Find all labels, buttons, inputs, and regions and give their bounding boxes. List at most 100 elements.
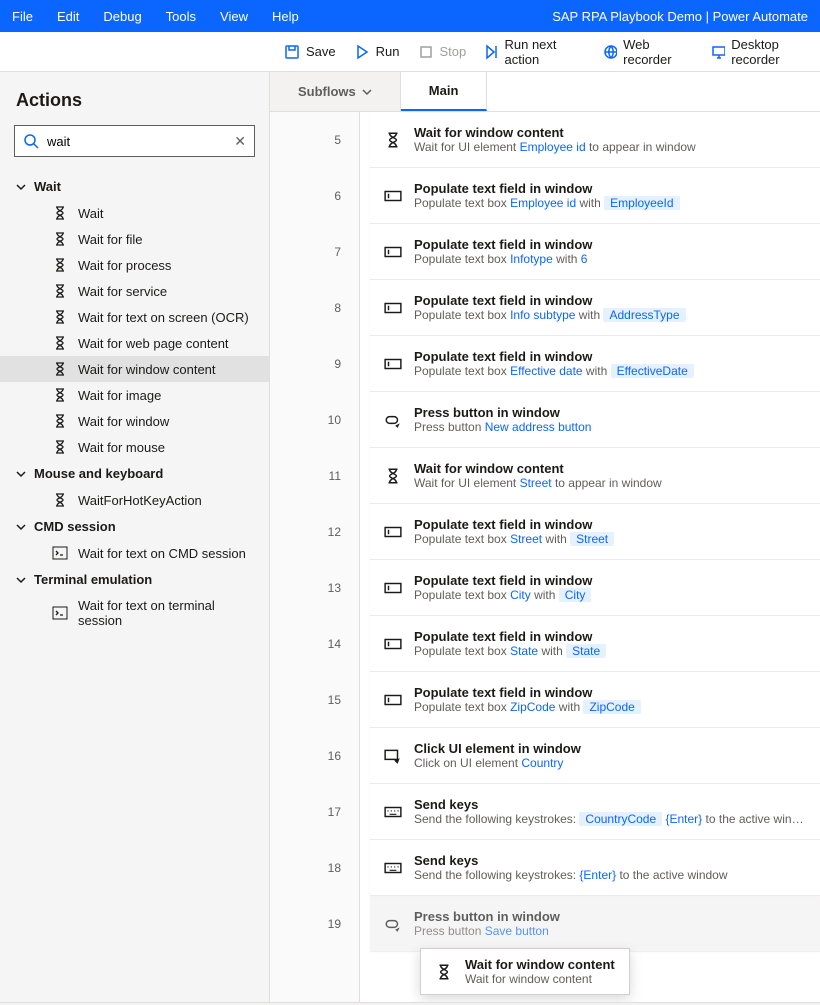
line-number: 11: [270, 448, 359, 504]
flow-step[interactable]: Populate text field in windowPopulate te…: [370, 616, 820, 672]
action-item[interactable]: Wait for window content: [0, 356, 269, 382]
flow-step[interactable]: Send keysSend the following keystrokes: …: [370, 784, 820, 840]
action-item[interactable]: Wait for file: [0, 226, 269, 252]
flow-step[interactable]: Populate text field in windowPopulate te…: [370, 224, 820, 280]
search-input[interactable]: [47, 134, 234, 149]
flow-step[interactable]: Wait for window contentWait for UI eleme…: [370, 448, 820, 504]
category-terminal-emulation[interactable]: Terminal emulation: [0, 566, 269, 593]
hourglass-icon: [52, 492, 68, 508]
action-item[interactable]: Wait for mouse: [0, 434, 269, 460]
flow-step[interactable]: Click UI element in windowClick on UI el…: [370, 728, 820, 784]
hourglass-icon: [52, 335, 68, 351]
line-number: 12: [270, 504, 359, 560]
flow-step[interactable]: Populate text field in windowPopulate te…: [370, 560, 820, 616]
action-item[interactable]: Wait for window: [0, 408, 269, 434]
step-title: Populate text field in window: [414, 293, 806, 308]
step-description: Populate text box Employee id with Emplo…: [414, 196, 806, 210]
cmd-icon: [52, 545, 68, 561]
stop-button: Stop: [418, 44, 467, 60]
hourglass-icon: [384, 131, 402, 149]
subflows-tab[interactable]: Subflows: [270, 72, 401, 111]
step-title: Wait for window content: [414, 125, 806, 140]
step-description: Populate text box Info subtype with Addr…: [414, 308, 806, 322]
web-recorder-label: Web recorder: [623, 37, 693, 67]
run-button[interactable]: Run: [354, 44, 400, 60]
category-wait[interactable]: Wait: [0, 173, 269, 200]
action-label: Wait: [78, 206, 104, 221]
click-icon: [384, 747, 402, 765]
line-number: 6: [270, 168, 359, 224]
menu-view[interactable]: View: [220, 9, 248, 24]
line-number: 13: [270, 560, 359, 616]
flow-step[interactable]: Press button in windowPress button New a…: [370, 392, 820, 448]
save-button[interactable]: Save: [284, 44, 336, 60]
main-tab[interactable]: Main: [401, 72, 488, 111]
step-description: Wait for UI element Employee id to appea…: [414, 140, 806, 154]
step-title: Click UI element in window: [414, 741, 806, 756]
globe-icon: [603, 44, 617, 60]
main-menu: File Edit Debug Tools View Help: [12, 9, 299, 24]
menu-file[interactable]: File: [12, 9, 33, 24]
toolbar: Save Run Stop Run next action Web record…: [0, 32, 820, 72]
search-input-wrap[interactable]: ✕: [14, 125, 255, 157]
line-number: 15: [270, 672, 359, 728]
step-title: Populate text field in window: [414, 517, 806, 532]
action-label: Wait for image: [78, 388, 161, 403]
textbox-icon: [384, 579, 402, 597]
desktop-recorder-button[interactable]: Desktop recorder: [711, 37, 820, 67]
action-item[interactable]: Wait for service: [0, 278, 269, 304]
step-description: Populate text box Street with Street: [414, 532, 806, 546]
step-title: Populate text field in window: [414, 349, 806, 364]
line-number: 18: [270, 840, 359, 896]
action-label: Wait for web page content: [78, 336, 229, 351]
action-item[interactable]: WaitForHotKeyAction: [0, 487, 269, 513]
flow-step[interactable]: Send keysSend the following keystrokes: …: [370, 840, 820, 896]
action-item[interactable]: Wait: [0, 200, 269, 226]
action-item[interactable]: Wait for web page content: [0, 330, 269, 356]
line-number: 9: [270, 336, 359, 392]
keys-icon: [384, 803, 402, 821]
action-label: Wait for window content: [78, 362, 216, 377]
menu-help[interactable]: Help: [272, 9, 299, 24]
line-number: 5: [270, 112, 359, 168]
line-number: 16: [270, 728, 359, 784]
stop-icon: [418, 44, 434, 60]
web-recorder-button[interactable]: Web recorder: [603, 37, 693, 67]
window-title: SAP RPA Playbook Demo | Power Automate: [299, 9, 808, 24]
step-description: Populate text box Effective date with Ef…: [414, 364, 806, 378]
step-title: Populate text field in window: [414, 573, 806, 588]
play-icon: [354, 44, 370, 60]
flow-step[interactable]: Populate text field in windowPopulate te…: [370, 280, 820, 336]
flow-step[interactable]: Wait for window contentWait for UI eleme…: [370, 112, 820, 168]
clear-icon[interactable]: ✕: [234, 133, 246, 150]
flow-step[interactable]: Populate text field in windowPopulate te…: [370, 168, 820, 224]
action-label: Wait for service: [78, 284, 167, 299]
hourglass-icon: [52, 205, 68, 221]
run-next-button[interactable]: Run next action: [484, 37, 585, 67]
menu-debug[interactable]: Debug: [103, 9, 141, 24]
run-label: Run: [376, 44, 400, 59]
titlebar: File Edit Debug Tools View Help SAP RPA Playb…: [0, 0, 820, 32]
line-gutter: 5678910111213141516171819: [270, 112, 360, 1005]
category-cmd-session[interactable]: CMD session: [0, 513, 269, 540]
action-item[interactable]: Wait for text on screen (OCR): [0, 304, 269, 330]
action-item[interactable]: Wait for process: [0, 252, 269, 278]
line-number: 10: [270, 392, 359, 448]
action-item[interactable]: Wait for text on CMD session: [0, 540, 269, 566]
menu-edit[interactable]: Edit: [57, 9, 79, 24]
menu-tools[interactable]: Tools: [166, 9, 196, 24]
step-description: Press button Save button: [414, 924, 806, 938]
run-next-label: Run next action: [504, 37, 584, 67]
main-area: Subflows Main 5678910111213141516171819 …: [270, 72, 820, 1005]
step-description: Populate text box State with State: [414, 644, 806, 658]
textbox-icon: [384, 243, 402, 261]
action-item[interactable]: Wait for image: [0, 382, 269, 408]
flow-step[interactable]: Press button in windowPress button Save …: [370, 896, 820, 952]
hourglass-icon: [52, 361, 68, 377]
category-mouse-and-keyboard[interactable]: Mouse and keyboard: [0, 460, 269, 487]
flow-step[interactable]: Populate text field in windowPopulate te…: [370, 672, 820, 728]
action-item[interactable]: Wait for text on terminal session: [0, 593, 269, 633]
sidebar-title: Actions: [0, 72, 269, 125]
flow-step[interactable]: Populate text field in windowPopulate te…: [370, 504, 820, 560]
flow-step[interactable]: Populate text field in windowPopulate te…: [370, 336, 820, 392]
